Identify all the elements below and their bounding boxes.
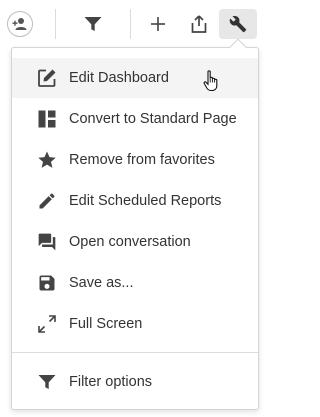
menu-item-label: Save as... xyxy=(69,275,134,291)
menu-item-label: Full Screen xyxy=(69,316,143,332)
edit-square-icon xyxy=(36,67,58,89)
menu-item-edit-scheduled-reports[interactable]: Edit Scheduled Reports xyxy=(12,181,258,221)
pencil-icon xyxy=(36,190,58,212)
dashboard-actions-menu: Edit Dashboard Convert to Standard Page … xyxy=(11,47,259,410)
star-icon xyxy=(36,149,58,171)
menu-item-convert-to-standard-page[interactable]: Convert to Standard Page xyxy=(12,99,258,139)
filter-icon xyxy=(84,16,102,32)
wrench-icon xyxy=(229,15,247,33)
menu-item-open-conversation[interactable]: Open conversation xyxy=(12,222,258,262)
toolbar xyxy=(0,0,263,46)
save-icon xyxy=(36,272,58,294)
menu-item-edit-dashboard[interactable]: Edit Dashboard xyxy=(12,58,258,98)
share-export-icon xyxy=(191,15,207,33)
plus-icon xyxy=(151,17,165,31)
menu-item-save-as[interactable]: Save as... xyxy=(12,263,258,303)
menu-item-label: Open conversation xyxy=(69,234,191,250)
menu-item-filter-options[interactable]: Filter options xyxy=(12,362,258,402)
menu-item-remove-from-favorites[interactable]: Remove from favorites xyxy=(12,140,258,180)
toolbar-separator xyxy=(55,9,56,39)
menu-item-full-screen[interactable]: Full Screen xyxy=(12,304,258,344)
hand-cursor-icon xyxy=(203,70,221,97)
menu-item-label: Remove from favorites xyxy=(69,152,215,168)
share-user-button[interactable] xyxy=(5,9,35,39)
menu-item-label: Filter options xyxy=(69,374,153,390)
menu-item-label: Convert to Standard Page xyxy=(69,111,237,127)
add-button[interactable] xyxy=(144,9,172,39)
layout-icon xyxy=(36,108,58,130)
toolbar-separator xyxy=(130,9,131,39)
add-person-icon xyxy=(7,11,33,37)
export-button[interactable] xyxy=(184,9,214,39)
fullscreen-icon xyxy=(36,313,58,335)
settings-wrench-button[interactable] xyxy=(219,9,257,39)
menu-item-label: Edit Scheduled Reports xyxy=(69,193,222,209)
filter-button[interactable] xyxy=(77,9,109,39)
chat-icon xyxy=(36,231,58,253)
menu-divider xyxy=(12,352,258,353)
menu-item-label: Edit Dashboard xyxy=(69,70,169,86)
filter-icon xyxy=(36,371,58,393)
